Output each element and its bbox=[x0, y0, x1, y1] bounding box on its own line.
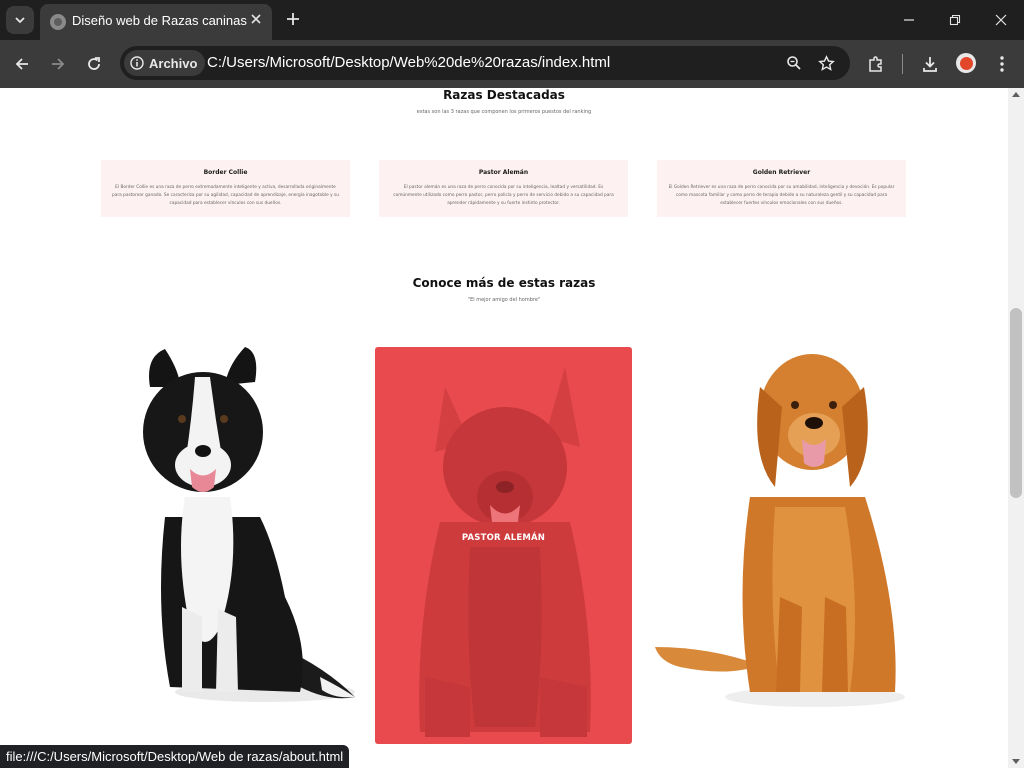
border-collie-image[interactable] bbox=[110, 347, 360, 717]
page-viewport: Razas Destacadas estas son las 3 razas q… bbox=[0, 88, 1008, 768]
globe-icon bbox=[50, 14, 66, 30]
minimize-button[interactable] bbox=[886, 0, 932, 40]
close-tab-button[interactable] bbox=[248, 13, 264, 29]
info-icon bbox=[130, 56, 144, 70]
status-url: file:///C:/Users/Microsoft/Desktop/Web d… bbox=[6, 749, 344, 764]
restore-icon bbox=[949, 14, 961, 26]
downloads-button[interactable] bbox=[918, 52, 942, 76]
zoom-icon bbox=[787, 56, 801, 70]
golden-retriever-image[interactable] bbox=[650, 347, 905, 717]
breed-card-golden-retriever: Golden Retriever El Golden Retriever es … bbox=[657, 160, 906, 217]
back-icon bbox=[15, 58, 28, 70]
tab-title: Diseño web de Razas caninas bbox=[72, 13, 247, 28]
border-collie-illustration bbox=[143, 347, 355, 702]
chevron-down-icon bbox=[15, 17, 25, 24]
featured-overlay-label: PASTOR ALEMÁN bbox=[461, 533, 546, 543]
extensions-button[interactable] bbox=[864, 52, 888, 76]
minimize-icon bbox=[904, 19, 914, 21]
breed-card-border-collie: Border Collie El Border Collie es una ra… bbox=[101, 160, 350, 217]
card-text: El pastor alemán es una raza de perro co… bbox=[393, 185, 614, 206]
star-icon bbox=[817, 54, 835, 71]
url-text[interactable]: C:/Users/Microsoft/Desktop/Web%20de%20ra… bbox=[207, 54, 610, 71]
address-bar[interactable]: Archivo C:/Users/Microsoft/Desktop/Web%2… bbox=[120, 46, 850, 80]
menu-button[interactable] bbox=[990, 52, 1014, 76]
back-button[interactable] bbox=[8, 50, 36, 78]
download-icon bbox=[923, 57, 937, 72]
scroll-up-arrow-icon[interactable] bbox=[1012, 92, 1020, 97]
card-text: El Border Collie es una raza de perro ex… bbox=[112, 185, 339, 206]
browser-toolbar: Archivo C:/Users/Microsoft/Desktop/Web%2… bbox=[0, 40, 1024, 88]
featured-section-title: Razas Destacadas bbox=[443, 88, 565, 102]
close-icon bbox=[251, 14, 261, 24]
reload-icon bbox=[88, 57, 100, 70]
new-tab-button[interactable] bbox=[282, 8, 304, 30]
scroll-down-arrow-icon[interactable] bbox=[1012, 759, 1020, 764]
golden-retriever-illustration bbox=[655, 354, 905, 707]
card-title: Golden Retriever bbox=[752, 169, 811, 176]
profile-avatar[interactable] bbox=[956, 53, 976, 73]
active-tab[interactable]: Diseño web de Razas caninas bbox=[40, 4, 272, 40]
breed-card-pastor-aleman: Pastor Alemán El pastor alemán es una ra… bbox=[379, 160, 628, 217]
toolbar-separator bbox=[902, 54, 903, 74]
page-scrollbar[interactable] bbox=[1008, 88, 1024, 768]
tab-search-button[interactable] bbox=[6, 6, 34, 34]
link-status-bubble: file:///C:/Users/Microsoft/Desktop/Web d… bbox=[0, 745, 350, 768]
card-title: Border Collie bbox=[203, 169, 248, 176]
site-info-chip[interactable]: Archivo bbox=[124, 50, 206, 76]
more-section-subtitle: "El mejor amigo del hombre" bbox=[467, 297, 541, 303]
featured-section-subtitle: estas son las 3 razas que componen los p… bbox=[416, 109, 592, 115]
featured-breed-pastor-aleman[interactable]: PASTOR ALEMÁN bbox=[375, 347, 632, 744]
tab-strip: Diseño web de Razas caninas bbox=[0, 0, 1024, 40]
close-icon bbox=[995, 14, 1007, 26]
more-icon bbox=[1000, 56, 1004, 72]
site-chip-label: Archivo bbox=[149, 55, 198, 71]
german-shepherd-illustration bbox=[375, 347, 632, 744]
restore-button[interactable] bbox=[932, 0, 978, 40]
card-text: El Golden Retriever es una raza de perro… bbox=[668, 185, 895, 206]
bookmark-button[interactable] bbox=[815, 52, 837, 74]
extensions-icon bbox=[869, 56, 882, 72]
more-section-title: Conoce más de estas razas bbox=[412, 276, 596, 290]
plus-icon bbox=[287, 13, 299, 25]
close-window-button[interactable] bbox=[978, 0, 1024, 40]
card-title: Pastor Alemán bbox=[478, 169, 529, 176]
scrollbar-thumb[interactable] bbox=[1010, 308, 1022, 498]
zoom-button[interactable] bbox=[783, 52, 805, 74]
forward-icon bbox=[52, 58, 65, 70]
forward-button[interactable] bbox=[44, 50, 72, 78]
reload-button[interactable] bbox=[80, 50, 108, 78]
